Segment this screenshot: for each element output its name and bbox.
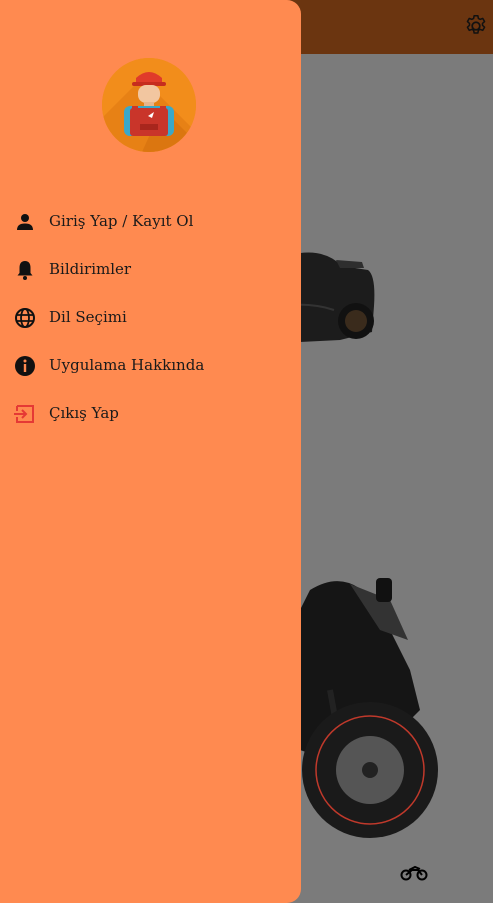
menu-item-label: Çıkış Yap bbox=[49, 404, 119, 422]
menu-item-language[interactable]: Dil Seçimi bbox=[0, 294, 301, 342]
menu-item-logout[interactable]: Çıkış Yap bbox=[0, 390, 301, 438]
logout-icon bbox=[13, 402, 37, 426]
settings-gear-icon[interactable] bbox=[463, 13, 489, 39]
motorcycle-icon[interactable] bbox=[400, 863, 428, 881]
globe-icon bbox=[13, 306, 37, 330]
menu-item-notifications[interactable]: Bildirimler bbox=[0, 246, 301, 294]
drawer-menu: Giriş Yap / Kayıt Ol Bildirimler Dil Seç… bbox=[0, 198, 301, 438]
person-icon bbox=[13, 210, 37, 234]
menu-item-about[interactable]: Uygulama Hakkında bbox=[0, 342, 301, 390]
menu-item-login-register[interactable]: Giriş Yap / Kayıt Ol bbox=[0, 198, 301, 246]
navigation-drawer: Giriş Yap / Kayıt Ol Bildirimler Dil Seç… bbox=[0, 0, 301, 903]
menu-item-label: Giriş Yap / Kayıt Ol bbox=[49, 212, 194, 230]
mechanic-avatar bbox=[102, 58, 196, 152]
menu-item-label: Bildirimler bbox=[49, 260, 132, 278]
bell-icon bbox=[13, 258, 37, 282]
motorcycle-image bbox=[290, 570, 450, 850]
menu-item-label: Uygulama Hakkında bbox=[49, 356, 205, 374]
menu-item-label: Dil Seçimi bbox=[49, 308, 127, 326]
info-icon bbox=[13, 354, 37, 378]
